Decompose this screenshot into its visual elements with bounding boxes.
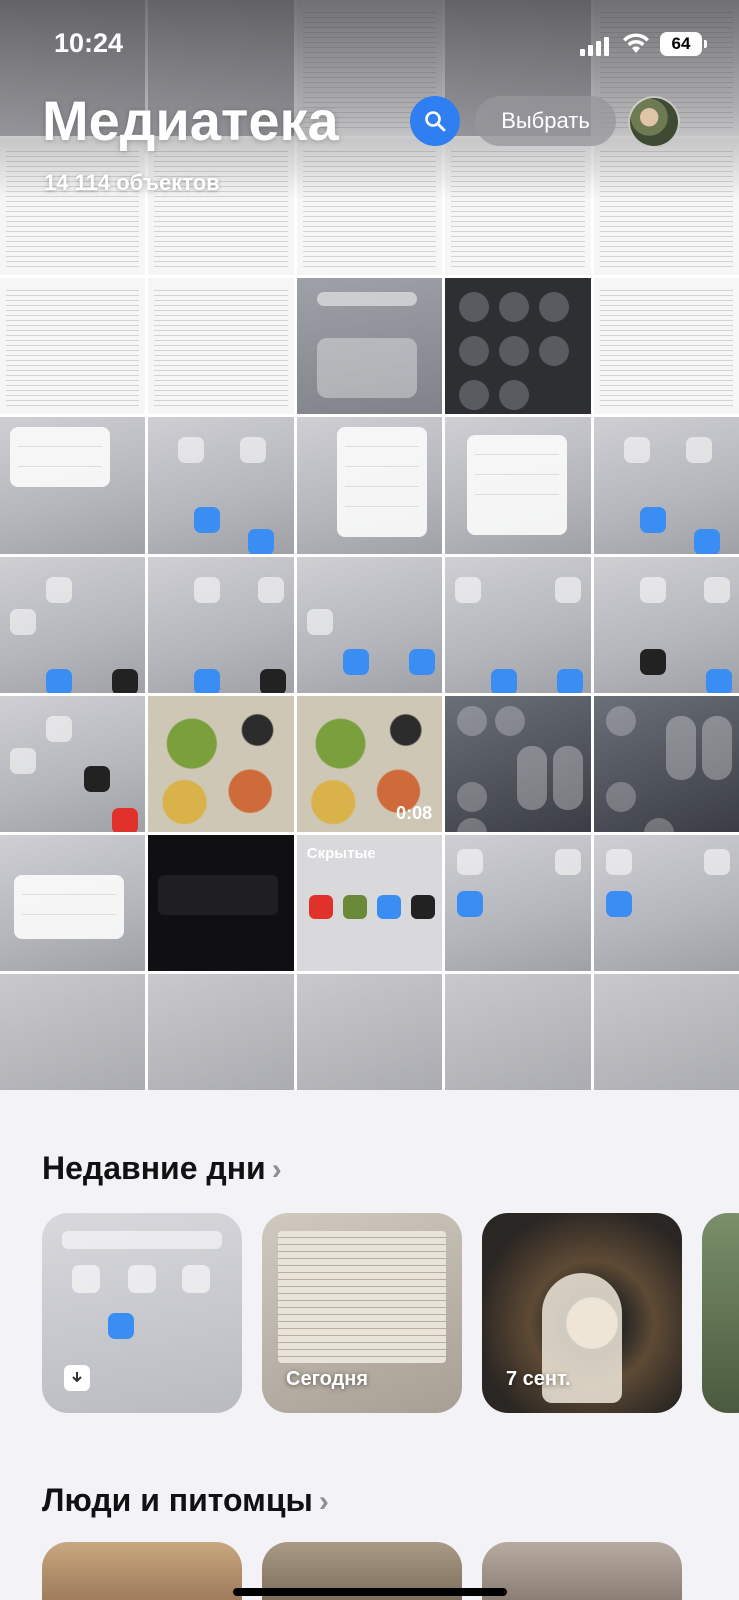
people-header[interactable]: Люди и питомцы › (42, 1482, 329, 1519)
chevron-right-icon: › (271, 1153, 282, 1186)
photo-thumbnail[interactable] (296, 417, 443, 554)
photo-thumbnail[interactable] (593, 834, 739, 971)
photo-thumbnail[interactable] (0, 834, 146, 971)
magnifier-icon (425, 111, 446, 132)
recent-day-card[interactable]: Сегодня (262, 1213, 462, 1413)
photo-thumbnail[interactable] (296, 278, 443, 415)
photo-thumbnail[interactable] (148, 278, 294, 415)
photo-thumbnail[interactable] (148, 556, 294, 693)
page-title: Медиатека (42, 89, 339, 152)
photo-thumbnail[interactable] (296, 556, 443, 693)
search-button[interactable] (410, 96, 460, 146)
download-icon (64, 1365, 90, 1391)
video-duration: 0:08 (396, 802, 433, 823)
person-card[interactable] (482, 1542, 682, 1600)
recent-day-card[interactable] (42, 1213, 242, 1413)
photo-thumbnail[interactable] (445, 834, 591, 971)
photo-thumbnail[interactable] (593, 417, 739, 554)
recent-day-card[interactable] (702, 1213, 739, 1413)
status-bar: 10:24 64 (0, 0, 739, 80)
home-indicator[interactable] (233, 1588, 507, 1596)
photo-thumbnail[interactable] (445, 695, 591, 832)
people-title: Люди и питомцы (42, 1482, 313, 1518)
recent-day-card[interactable]: 7 сент. (482, 1213, 682, 1413)
photo-thumbnail[interactable] (593, 278, 739, 415)
recent-days-header[interactable]: Недавние дни › (42, 1150, 282, 1187)
photo-thumbnail[interactable] (148, 695, 294, 832)
photo-thumbnail[interactable] (0, 417, 146, 554)
photo-thumbnail[interactable] (593, 556, 739, 693)
recent-days-title: Недавние дни (42, 1150, 266, 1186)
battery-icon: 64 (660, 32, 707, 56)
photo-thumbnail[interactable] (445, 417, 591, 554)
hidden-album-thumbnail[interactable]: Скрытые (296, 834, 443, 971)
photo-thumbnail[interactable] (148, 834, 294, 971)
video-thumbnail[interactable]: 0:08 (296, 695, 443, 832)
photo-thumbnail[interactable] (593, 695, 739, 832)
photo-thumbnail[interactable] (0, 556, 146, 693)
photo-thumbnail[interactable] (445, 278, 591, 415)
hidden-album-label: Скрытые (306, 844, 376, 862)
person-card[interactable] (42, 1542, 242, 1600)
cellular-signal-icon (580, 36, 610, 56)
card-label: 7 сент. (506, 1368, 571, 1390)
item-count: 14 114 объектов (44, 170, 220, 195)
chevron-right-icon: › (318, 1485, 329, 1518)
photo-thumbnail[interactable] (148, 417, 294, 554)
photo-thumbnail[interactable] (0, 695, 146, 832)
clock: 10:24 (54, 28, 124, 58)
photo-thumbnail[interactable] (445, 556, 591, 693)
profile-avatar[interactable] (628, 96, 680, 148)
card-label: Сегодня (286, 1368, 369, 1390)
select-button[interactable]: Выбрать (475, 96, 616, 146)
wifi-icon (623, 33, 649, 53)
photo-thumbnail[interactable] (0, 278, 146, 415)
